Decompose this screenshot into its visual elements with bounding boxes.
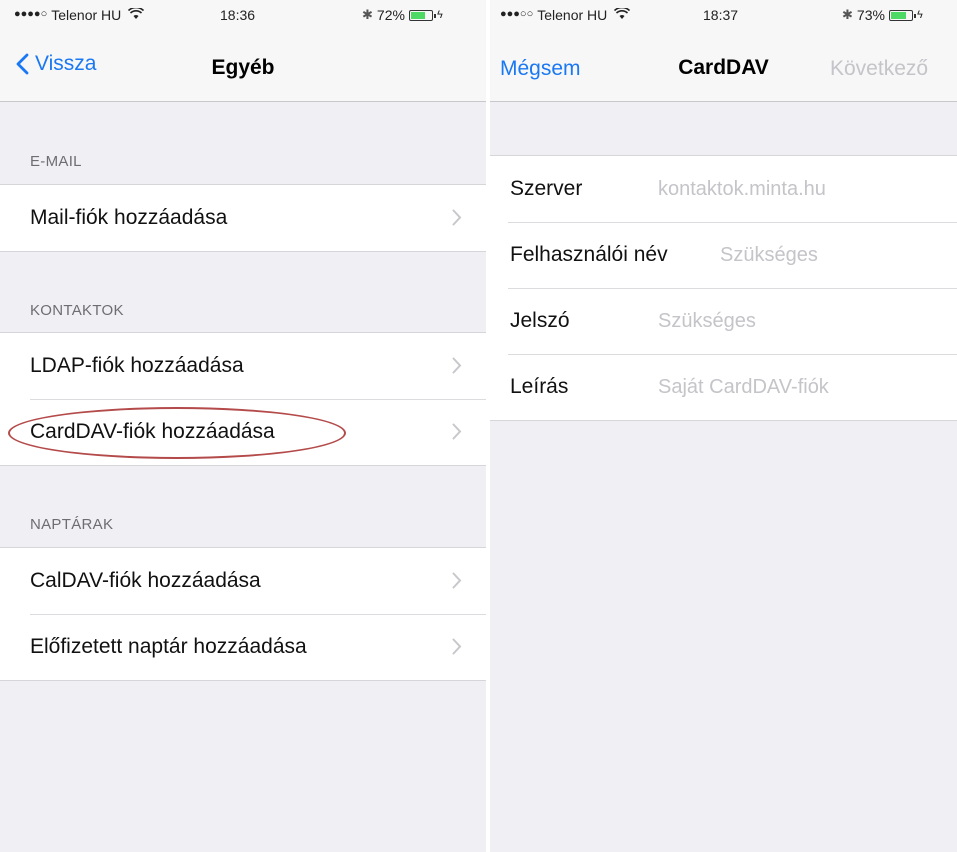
description-input[interactable]	[658, 375, 947, 399]
username-input[interactable]	[720, 243, 947, 267]
description-label: Leírás	[510, 375, 569, 398]
list-item-label: CalDAV-fiók hozzáadása	[30, 569, 261, 592]
group-email: Mail-fiók hozzáadása	[0, 184, 486, 252]
status-bar: ●●●●○ Telenor HU 18:36 ✱ 72% ϟ	[0, 0, 486, 30]
chevron-right-icon	[452, 357, 462, 374]
list-item-carddav-account[interactable]: CardDAV-fiók hozzáadása	[0, 399, 486, 465]
carrier-name: Telenor HU	[51, 7, 122, 23]
battery-percent: 72%	[376, 7, 405, 23]
section-header-contacts: KONTAKTOK	[30, 302, 124, 319]
list-item-label: LDAP-fiók hozzáadása	[30, 354, 244, 377]
battery-icon	[888, 9, 916, 21]
chevron-right-icon	[452, 572, 462, 589]
signal-icon: ●●●●○	[14, 8, 48, 20]
form-row-server: Szerver	[490, 156, 957, 222]
form-row-password: Jelszó	[490, 288, 957, 354]
nav-bar: Vissza Egyéb	[0, 30, 486, 102]
status-time: 18:37	[703, 7, 739, 23]
page-title: Egyéb	[211, 56, 275, 79]
form-row-username: Felhasználói név	[490, 222, 957, 288]
nav-bar: Mégsem CardDAV Következő	[490, 30, 957, 102]
form-row-description: Leírás	[490, 354, 957, 420]
right-screen: ●●●○○ Telenor HU 18:37 ✱ 73% ϟ Mégsem Ca…	[490, 0, 957, 852]
group-calendars: CalDAV-fiók hozzáadása Előfizetett naptá…	[0, 547, 486, 681]
list-item-caldav-account[interactable]: CalDAV-fiók hozzáadása	[0, 548, 486, 614]
list-item-label: CardDAV-fiók hozzáadása	[30, 420, 275, 443]
list-item-mail-account[interactable]: Mail-fiók hozzáadása	[0, 185, 486, 251]
username-label: Felhasználói név	[510, 243, 668, 266]
status-time: 18:36	[220, 7, 256, 23]
left-screen: ●●●●○ Telenor HU 18:36 ✱ 72% ϟ Vissza Eg…	[0, 0, 486, 852]
password-label: Jelszó	[510, 309, 570, 332]
bluetooth-icon: ✱	[842, 7, 853, 22]
server-label: Szerver	[510, 177, 583, 200]
carrier-name: Telenor HU	[537, 7, 608, 23]
list-item-label: Mail-fiók hozzáadása	[30, 206, 228, 229]
signal-icon: ●●●○○	[500, 8, 534, 20]
battery-icon	[408, 9, 436, 21]
section-header-calendars: NAPTÁRAK	[30, 516, 114, 533]
wifi-icon	[614, 6, 631, 23]
carddav-form: Szerver Felhasználói név Jelszó Leírás	[490, 155, 957, 421]
next-button[interactable]: Következő	[830, 57, 928, 81]
chevron-right-icon	[452, 638, 462, 655]
list-item-subscribed-calendar[interactable]: Előfizetett naptár hozzáadása	[0, 614, 486, 680]
wifi-icon	[128, 6, 145, 23]
password-input[interactable]	[658, 309, 947, 333]
list-item-label: Előfizetett naptár hozzáadása	[30, 635, 307, 658]
bluetooth-icon: ✱	[362, 7, 373, 22]
server-input[interactable]	[658, 177, 947, 201]
chevron-right-icon	[452, 209, 462, 226]
list-item-ldap-account[interactable]: LDAP-fiók hozzáadása	[0, 333, 486, 399]
group-contacts: LDAP-fiók hozzáadása CardDAV-fiók hozzáa…	[0, 332, 486, 466]
status-bar: ●●●○○ Telenor HU 18:37 ✱ 73% ϟ	[490, 0, 957, 30]
charging-icon: ϟ	[436, 9, 443, 21]
section-header-email: E-MAIL	[30, 153, 82, 170]
battery-percent: 73%	[856, 7, 885, 23]
charging-icon: ϟ	[916, 9, 923, 21]
chevron-right-icon	[452, 423, 462, 440]
